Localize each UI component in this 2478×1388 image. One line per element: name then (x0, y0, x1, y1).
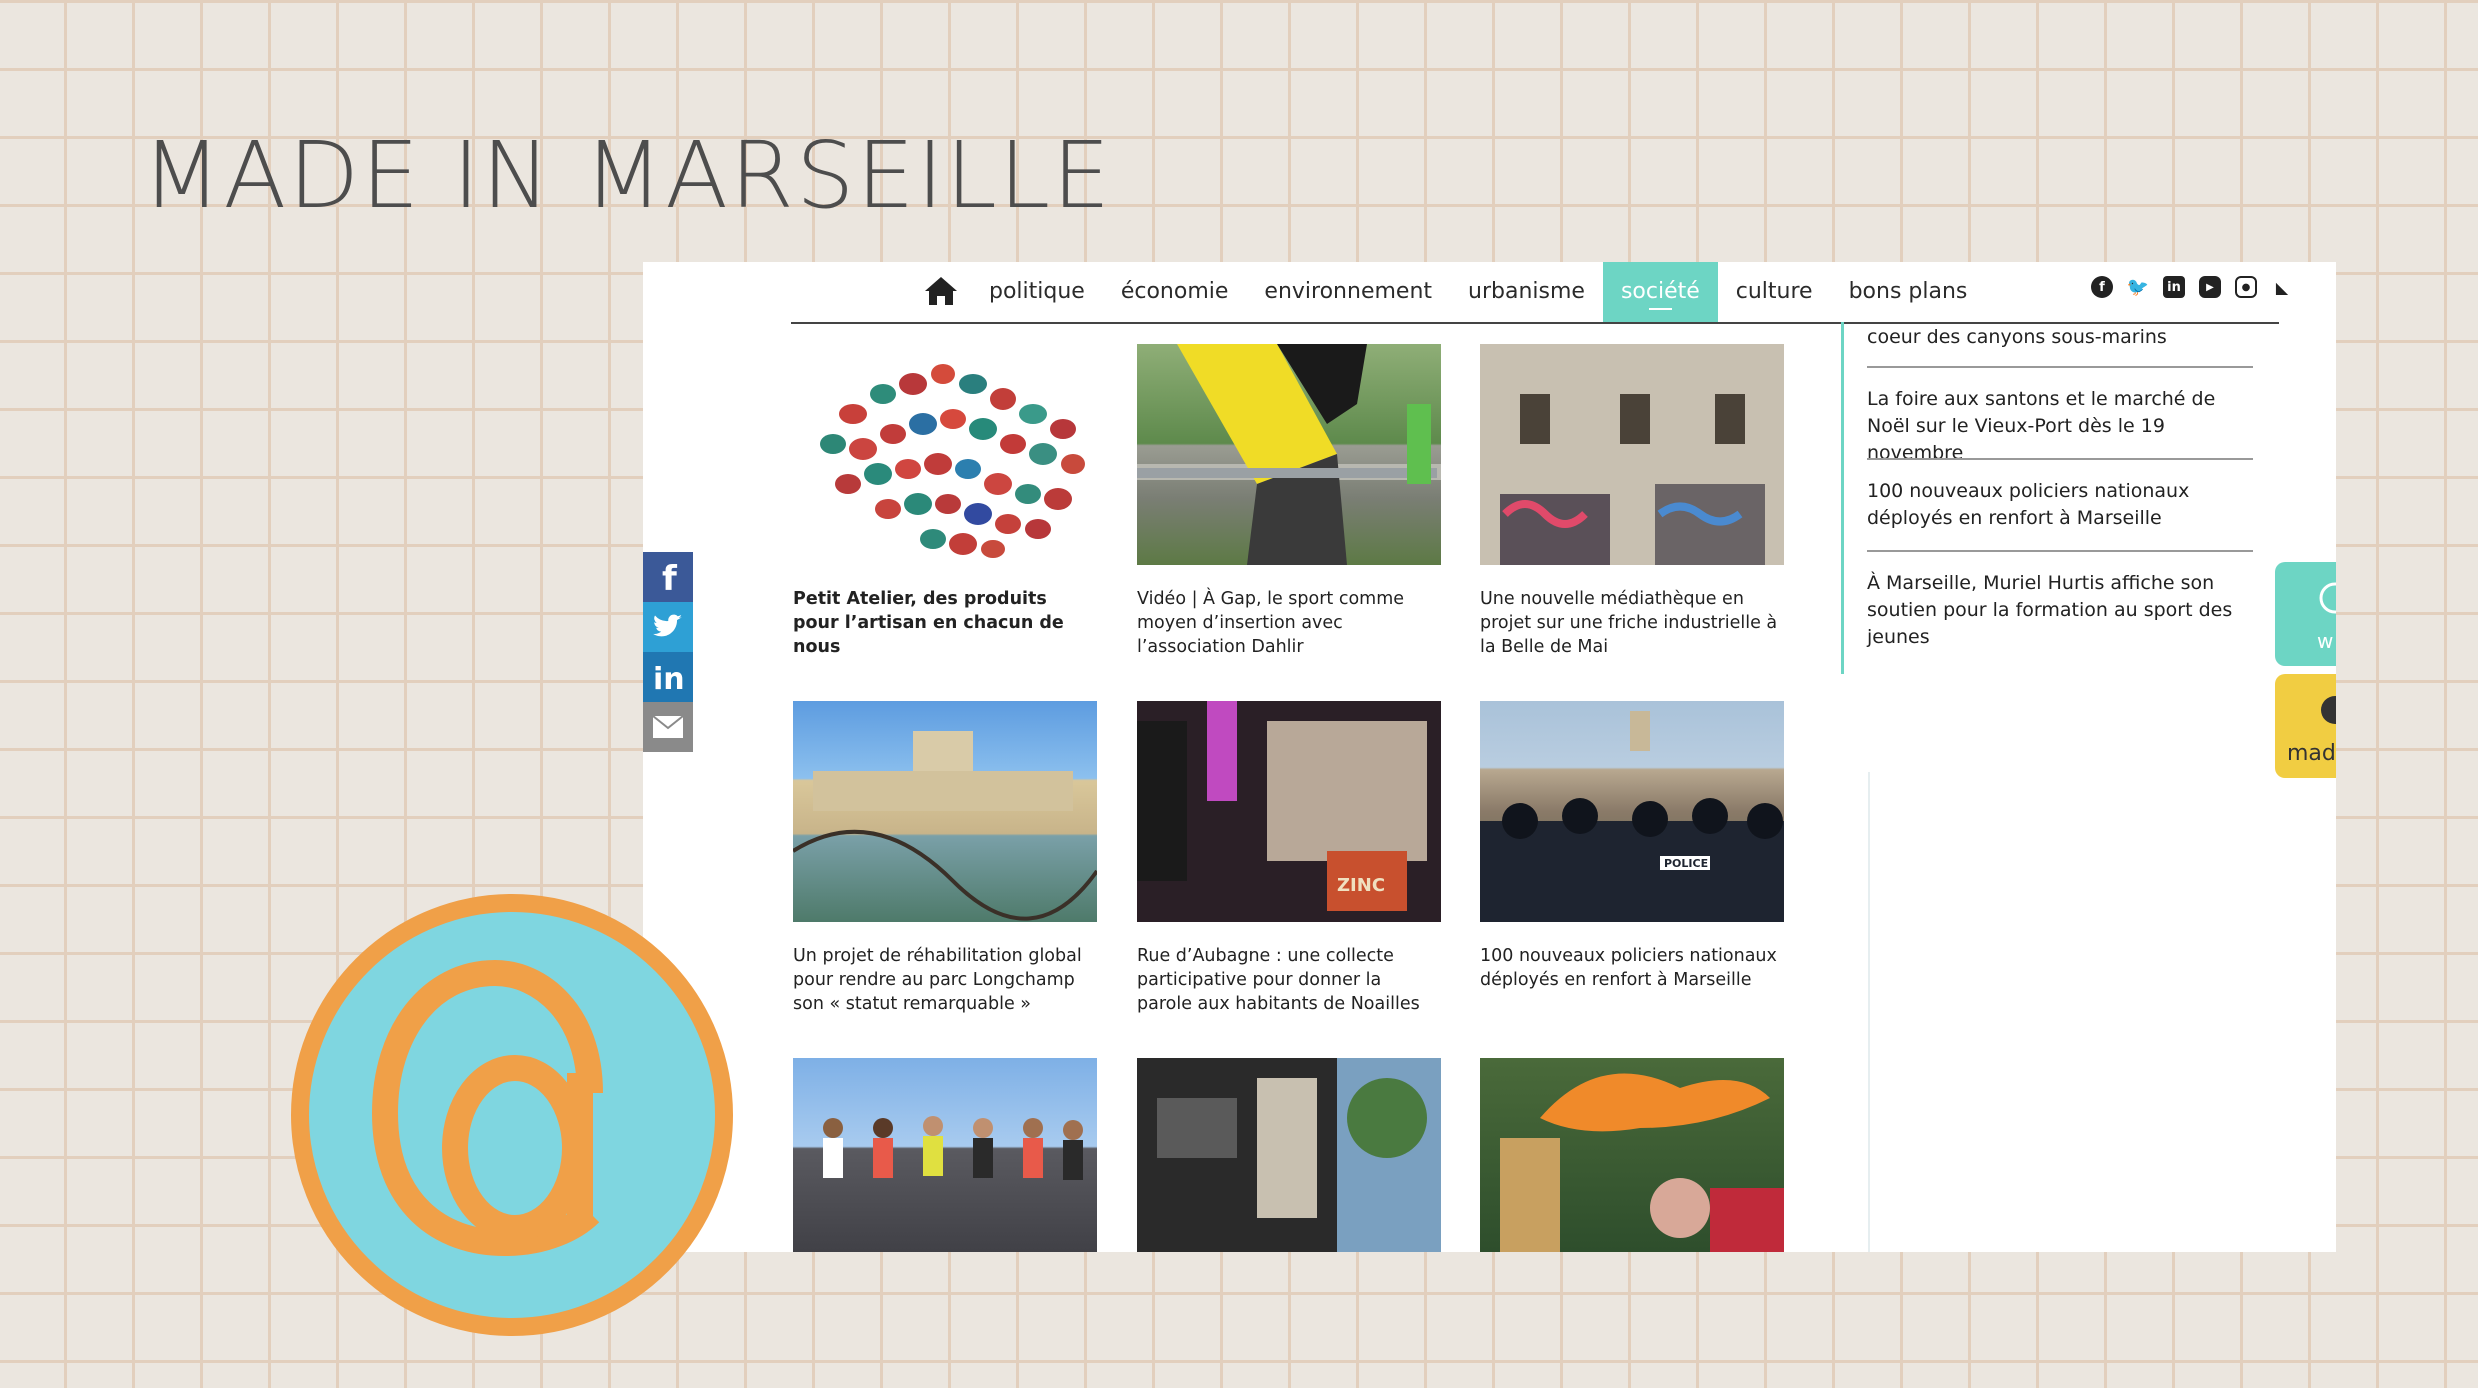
article-card[interactable]: Vidéo | À Gap, le sport comme moyen d’in… (1137, 344, 1441, 659)
sidebar-accent (1841, 322, 1844, 674)
sign-text: ZINC (1337, 875, 1385, 896)
nav-item-culture[interactable]: culture (1718, 262, 1831, 322)
sidebar-divider (1868, 772, 1870, 1252)
street-photo[interactable] (1137, 1058, 1441, 1252)
article-card[interactable]: POLICE 100 nouveaux policiers nationaux … (1480, 701, 1784, 992)
slide-title: MADE IN MARSEILLE (142, 122, 1113, 229)
article-card[interactable]: Une nouvelle médiathèque en projet sur u… (1480, 344, 1784, 659)
social-links: f 🐦 in ▶ ● ◣ (2091, 276, 2293, 298)
article-card[interactable] (1137, 1058, 1441, 1252)
sidebar-separator (1867, 366, 2253, 368)
article-card[interactable] (1480, 1058, 1784, 1252)
instagram-icon[interactable]: ● (2235, 276, 2257, 298)
article-title[interactable]: Vidéo | À Gap, le sport comme moyen d’in… (1137, 587, 1441, 659)
mail-icon (652, 715, 684, 738)
email-share-button[interactable] (643, 702, 693, 752)
article-title[interactable]: Une nouvelle médiathèque en projet sur u… (1480, 587, 1784, 659)
twitter-icon (653, 614, 682, 637)
at-sign-logo (291, 894, 733, 1336)
sport-photo[interactable] (1137, 344, 1441, 565)
side-tab-teal-text: w (2317, 629, 2333, 653)
twitter-icon[interactable]: 🐦 (2127, 276, 2149, 298)
longchamp-photo[interactable] (793, 701, 1097, 922)
facebook-icon: f (662, 560, 678, 594)
nav-item-urbanisme[interactable]: urbanisme (1450, 262, 1603, 322)
side-tab-teal[interactable]: w (2275, 562, 2336, 666)
youtube-icon[interactable]: ▶ (2199, 276, 2221, 298)
facebook-icon[interactable]: f (2091, 276, 2113, 298)
article-title[interactable]: 100 nouveaux policiers nationaux déployé… (1480, 944, 1784, 992)
torch-photo[interactable] (1480, 1058, 1784, 1252)
side-tab-yellow[interactable]: mad (2275, 674, 2336, 778)
noailles-photo[interactable]: ZINC (1137, 701, 1441, 922)
article-card[interactable]: Petit Atelier, des produits pour l’artis… (793, 344, 1097, 659)
home-icon[interactable] (923, 274, 959, 308)
website-screenshot: politique économie environnement urbanis… (643, 262, 2336, 1252)
linkedin-icon: in (653, 662, 685, 693)
main-nav: politique économie environnement urbanis… (791, 262, 2288, 324)
article-title[interactable]: Un projet de réhabilitation global pour … (793, 944, 1097, 1016)
linkedin-icon[interactable]: in (2163, 276, 2185, 298)
sidebar-article-link[interactable]: 100 nouveaux policiers nationaux déployé… (1867, 478, 2253, 532)
sidebar-article-link[interactable]: coeur des canyons sous-marins (1867, 324, 2253, 351)
police-text: POLICE (1664, 857, 1708, 870)
article-title[interactable]: Rue d’Aubagne : une collecte participati… (1137, 944, 1441, 1016)
beads-photo[interactable] (793, 344, 1097, 565)
article-card[interactable] (793, 1058, 1097, 1252)
facebook-share-button[interactable]: f (643, 552, 693, 602)
nav-item-politique[interactable]: politique (971, 262, 1103, 322)
twitter-share-button[interactable] (643, 602, 693, 652)
svg-text:in: in (653, 662, 685, 693)
sidebar-separator (1867, 550, 2253, 552)
side-tab-yellow-text: mad (2287, 741, 2336, 766)
svg-text:f: f (662, 560, 678, 594)
nav-item-economie[interactable]: économie (1103, 262, 1247, 322)
sidebar-article-link[interactable]: La foire aux santons et le marché de Noë… (1867, 386, 2253, 467)
article-card[interactable]: Un projet de réhabilitation global pour … (793, 701, 1097, 1016)
article-card[interactable]: ZINC Rue d’Aubagne : une collecte partic… (1137, 701, 1441, 1016)
nav-item-societe[interactable]: société (1602, 262, 1718, 322)
group-photo[interactable] (793, 1058, 1097, 1252)
rss-icon[interactable]: ◣ (2271, 276, 2293, 298)
sidebar-separator (1867, 458, 2253, 460)
nav-item-bons-plans[interactable]: bons plans (1831, 262, 1986, 322)
linkedin-share-button[interactable]: in (643, 652, 693, 702)
article-title[interactable]: Petit Atelier, des produits pour l’artis… (793, 587, 1097, 659)
police-photo[interactable]: POLICE (1480, 701, 1784, 922)
sidebar-article-link[interactable]: À Marseille, Muriel Hurtis affiche son s… (1867, 570, 2253, 651)
nav-item-environnement[interactable]: environnement (1246, 262, 1450, 322)
building-photo[interactable] (1480, 344, 1784, 565)
